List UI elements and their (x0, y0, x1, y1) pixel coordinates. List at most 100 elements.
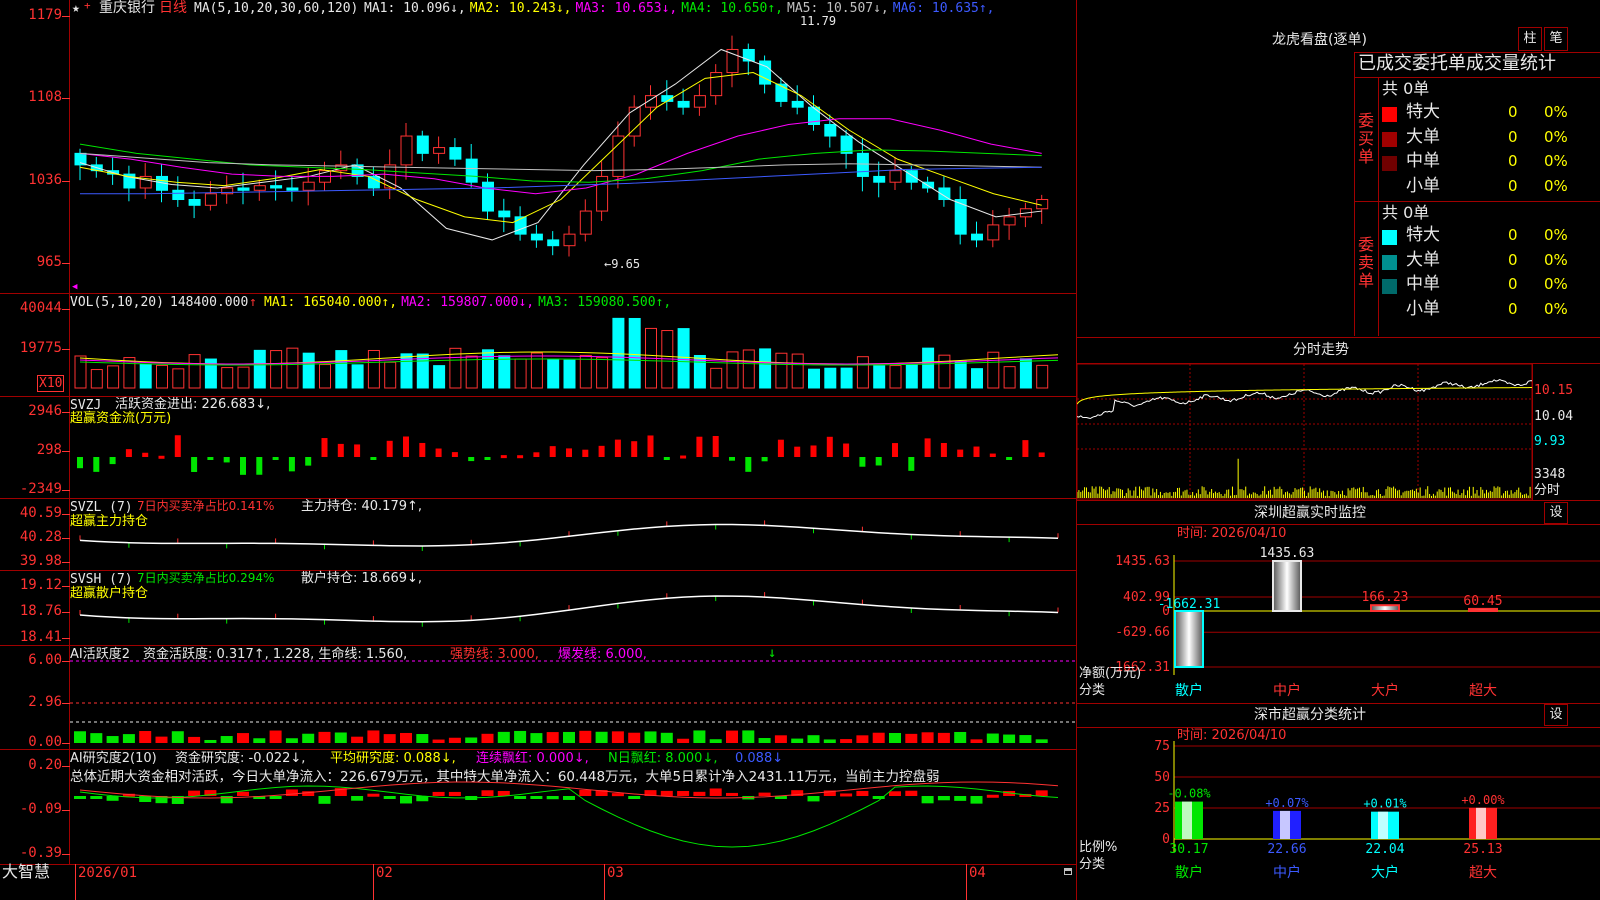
y-tick-mark (62, 766, 70, 767)
pen-view-button[interactable]: 笔 (1544, 27, 1568, 51)
fund-flow-bar (924, 438, 931, 457)
sz-class-title: 深市超赢分类统计 (1254, 707, 1366, 723)
activity-bar (823, 739, 836, 743)
vol-unit[interactable]: X10 (37, 375, 65, 392)
volume-bar (889, 365, 902, 389)
y-tick-label: 0.00 (28, 734, 62, 750)
dragon-heading: 已成交委托单成交量统计 (1358, 53, 1556, 74)
fund-flow-bar (614, 439, 621, 457)
intraday-unit: 分时 (1534, 483, 1561, 498)
activity-bar (579, 730, 592, 743)
divider (1077, 500, 1600, 501)
volume-bar (90, 369, 103, 389)
research-bar (106, 796, 119, 801)
y-tick-label: 965 (36, 254, 62, 270)
fund-flow-bar (598, 445, 605, 457)
ratio-bar-highlight (1280, 810, 1290, 839)
divider (1354, 201, 1600, 202)
date-tick-mark (75, 864, 76, 900)
research-bar (660, 790, 673, 796)
bar-value-label: 30.17 (1169, 842, 1208, 857)
y-tick-label: 298 (36, 442, 62, 458)
fund-flow-bar (940, 442, 947, 457)
research-bar (530, 796, 543, 799)
order-percent: 0% (1544, 250, 1568, 269)
volume-bar (922, 347, 935, 389)
volume-bar (726, 351, 739, 389)
candlestick-chart[interactable] (70, 0, 1076, 293)
y-tick-label: 0.20 (28, 757, 62, 773)
intraday-price-high: 10.15 (1534, 383, 1574, 398)
fund-flow-bar (207, 457, 214, 460)
sz-monitor-settings-button[interactable]: 设 (1544, 502, 1568, 524)
research-bar (986, 794, 999, 798)
fund-flow-bar (158, 455, 165, 459)
bar-view-button[interactable]: 柱 (1518, 27, 1542, 51)
y-tick-label: 18.76 (19, 603, 62, 619)
lock-icon[interactable] (1064, 868, 1072, 875)
y-tick-label: 1108 (28, 89, 62, 105)
order-size-swatch (1382, 156, 1397, 171)
volume-bar (954, 360, 967, 389)
research-bar (693, 791, 706, 796)
order-size-label: 小单 (1406, 175, 1440, 196)
high-label: 11.79 (800, 14, 837, 28)
y-tick-label: 2.96 (28, 694, 62, 710)
change-label: +0.07% (1265, 796, 1309, 810)
net-amount-bar (1272, 560, 1302, 612)
order-count: 0 (1508, 299, 1518, 318)
activity-bar (139, 731, 152, 743)
y-tick-mark (62, 16, 70, 17)
intraday-volume: 3348 (1534, 467, 1566, 482)
research-bar (188, 790, 201, 796)
research-bar (416, 796, 429, 802)
y-tick-label: 25 (1154, 801, 1170, 816)
research-bar (954, 796, 967, 801)
research-bar (139, 796, 152, 802)
intraday-chart[interactable] (1077, 364, 1533, 500)
activity-bar (204, 739, 217, 743)
scroll-left-icon[interactable]: ◀ (72, 283, 77, 292)
volume-bar (237, 366, 250, 389)
volume-bar (270, 350, 283, 389)
order-percent: 0% (1544, 299, 1568, 318)
activity-bar (726, 730, 738, 743)
candle-body (775, 83, 788, 102)
research-bar (709, 788, 722, 796)
candle-body (873, 175, 886, 183)
fund-flow-bar (93, 457, 100, 472)
volume-bar (808, 368, 820, 389)
research-bar (1035, 790, 1048, 796)
sz-class-settings-button[interactable]: 设 (1544, 704, 1568, 726)
fund-flow-bar (875, 457, 882, 466)
fund-flow-bar (729, 457, 735, 461)
ratio-bar-highlight (1378, 811, 1388, 839)
divider (1378, 77, 1379, 336)
order-percent: 0% (1544, 152, 1568, 170)
volume-bar (971, 368, 983, 389)
volume-bar (987, 351, 1000, 389)
y-tick-label: 40.59 (19, 505, 62, 521)
fund-flow-bar (908, 457, 915, 471)
y-tick-mark (62, 586, 70, 587)
volume-bar (319, 364, 331, 389)
candle-body (498, 210, 511, 218)
activity-bar (595, 731, 608, 743)
y-tick-label: 19775 (19, 340, 62, 356)
y-tick-label: 50 (1154, 770, 1170, 785)
fund-flow-bar (223, 457, 230, 463)
fund-flow-bar (859, 457, 866, 467)
y-tick-mark (62, 514, 70, 515)
candle-body (465, 158, 478, 183)
activity-bar (155, 736, 168, 743)
activity-bar (383, 734, 396, 743)
fund-flow-bar (663, 457, 670, 460)
volume-bar (791, 353, 804, 389)
fund-flow-bar (973, 446, 980, 457)
activity-bar (660, 732, 673, 743)
activity-bar (253, 738, 266, 743)
dragon-title: 龙虎看盘(逐单) (1272, 32, 1367, 48)
sz-monitor-title: 深圳超赢实时监控 (1254, 505, 1366, 521)
activity-bar (970, 739, 983, 743)
volume-bar (188, 354, 201, 389)
